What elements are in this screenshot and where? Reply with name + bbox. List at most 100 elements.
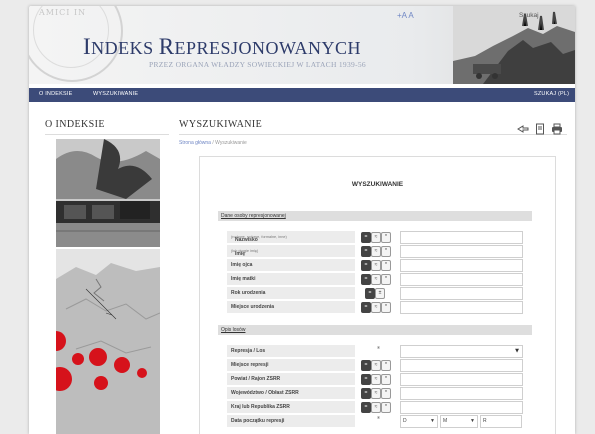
breadcrumb-current: Wyszukiwanie xyxy=(215,140,247,146)
match-exact-button[interactable]: = xyxy=(361,302,371,313)
share-icon[interactable] xyxy=(517,120,529,133)
page: AMICI IN INDEKS REPRESJONOWANYCH PRZEZ O… xyxy=(29,6,575,434)
section-fate-description: Opis losów xyxy=(218,325,532,335)
field-label: Powiat / Rajon ZSRR xyxy=(231,376,281,382)
field-row-birth-place: Miejsce urodzenia = ≈ * xyxy=(227,301,533,314)
breadcrumb-home-link[interactable]: Strona główna xyxy=(179,140,211,146)
main-nav: O INDEKSIE WYSZUKIWANIE SZUKAJ (PL) xyxy=(29,88,575,102)
match-contains-button[interactable]: * xyxy=(381,388,391,399)
date-year-input[interactable]: R xyxy=(480,415,522,428)
repression-type-select[interactable]: ▼ xyxy=(400,345,523,358)
section-person-data: Dane osoby represjonowanej xyxy=(218,211,532,221)
father-name-input[interactable] xyxy=(400,259,523,272)
search-form: WYSZUKIWANIE Dane osoby represjonowanej … xyxy=(199,156,556,434)
match-contains-button[interactable]: * xyxy=(381,302,391,313)
header-photo-deportees xyxy=(453,6,575,84)
district-input[interactable] xyxy=(400,373,523,386)
match-contains-button[interactable]: * xyxy=(381,232,391,243)
match-contains-button[interactable]: * xyxy=(381,360,391,371)
field-row-birth-year: Rok urodzenia = ± xyxy=(227,287,533,300)
nav-item-language[interactable]: SZUKAJ (PL) xyxy=(534,91,569,97)
date-month-select[interactable]: M ▼ xyxy=(440,415,478,428)
field-row-republic: Kraj lub Republika ZSRR = ≈ * xyxy=(227,401,533,414)
match-exact-button[interactable]: = xyxy=(361,260,371,271)
birth-place-input[interactable] xyxy=(400,301,523,314)
field-label: Województwo / Obłast ZSRR xyxy=(231,390,299,396)
sidebar-map[interactable] xyxy=(56,249,160,434)
field-label: Imię ojca xyxy=(231,262,253,268)
nav-item-about[interactable]: O INDEKSIE xyxy=(39,91,72,97)
top-right-search-link[interactable]: Szukaj xyxy=(519,12,539,19)
breadcrumb: Strona główna / Wyszukiwanie xyxy=(179,140,247,146)
field-label: Rok urodzenia xyxy=(231,290,266,296)
match-exact-button[interactable]: = xyxy=(361,274,371,285)
required-marker: * xyxy=(377,346,380,353)
match-exact-button[interactable]: = xyxy=(361,232,371,243)
nav-item-search[interactable]: WYSZUKIWANIE xyxy=(93,91,138,97)
field-row-repression-place: Miejsce represji = ≈ * xyxy=(227,359,533,372)
date-day-select[interactable]: D ▼ xyxy=(400,415,438,428)
match-contains-button[interactable]: * xyxy=(381,402,391,413)
match-starts-button[interactable]: ≈ xyxy=(371,360,381,371)
match-exact-button[interactable]: = xyxy=(361,246,371,257)
sidebar-divider xyxy=(45,134,169,135)
match-starts-button[interactable]: ≈ xyxy=(371,388,381,399)
first-name-input[interactable] xyxy=(400,245,523,258)
match-starts-button[interactable]: ≈ xyxy=(371,232,381,243)
match-exact-button[interactable]: = xyxy=(361,402,371,413)
birth-year-input[interactable] xyxy=(400,287,523,300)
repression-place-input[interactable] xyxy=(400,359,523,372)
font-size-control[interactable]: +A A xyxy=(397,11,414,20)
field-label: Data początku represji xyxy=(231,418,285,424)
form-heading: WYSZUKIWANIE xyxy=(351,181,404,188)
field-label: Kraj lub Republika ZSRR xyxy=(231,404,290,410)
match-starts-button[interactable]: ≈ xyxy=(371,302,381,313)
site-title[interactable]: INDEKS REPRESJONOWANYCH xyxy=(83,34,361,60)
republic-input[interactable] xyxy=(400,401,523,414)
field-label: Represja / Los xyxy=(231,348,266,354)
surname-input[interactable] xyxy=(400,231,523,244)
field-row-first-name: Imię (lub drugie imię) = ≈ * xyxy=(227,245,533,258)
field-row-repression-start-date: Data początku represji * D ▼ M ▼ R xyxy=(227,415,533,428)
print-icon[interactable] xyxy=(551,120,563,135)
field-label: Imię xyxy=(235,251,246,257)
sidebar-title: O INDEKSIE xyxy=(45,119,105,130)
match-range-button[interactable]: ± xyxy=(375,288,385,299)
oblast-input[interactable] xyxy=(400,387,523,400)
site-header: AMICI IN INDEKS REPRESJONOWANYCH PRZEZ O… xyxy=(29,6,575,84)
match-exact-button[interactable]: = xyxy=(365,288,375,299)
field-row-repression-type: Represja / Los * ▼ xyxy=(227,345,533,358)
seal-text: AMICI IN xyxy=(39,8,87,17)
content-title: WYSZUKIWANIE xyxy=(179,119,263,130)
pdf-icon[interactable] xyxy=(534,120,546,135)
sidebar-photo-train xyxy=(56,139,160,247)
match-starts-button[interactable]: ≈ xyxy=(371,260,381,271)
content-divider xyxy=(179,134,567,135)
chevron-down-icon: ▼ xyxy=(515,348,519,354)
required-marker: * xyxy=(377,416,380,423)
field-label: Miejsce represji xyxy=(231,362,269,368)
match-exact-button[interactable]: = xyxy=(361,360,371,371)
field-label: Imię matki xyxy=(231,276,256,282)
match-contains-button[interactable]: * xyxy=(381,260,391,271)
match-exact-button[interactable]: = xyxy=(361,374,371,385)
match-starts-button[interactable]: ≈ xyxy=(371,374,381,385)
field-row-oblast: Województwo / Obłast ZSRR = ≈ * xyxy=(227,387,533,400)
field-label: Miejsce urodzenia xyxy=(231,304,275,310)
match-contains-button[interactable]: * xyxy=(381,374,391,385)
mother-name-input[interactable] xyxy=(400,273,523,286)
match-starts-button[interactable]: ≈ xyxy=(371,274,381,285)
match-contains-button[interactable]: * xyxy=(381,246,391,257)
match-starts-button[interactable]: ≈ xyxy=(371,402,381,413)
field-row-district: Powiat / Rajon ZSRR = ≈ * xyxy=(227,373,533,386)
chevron-down-icon: ▼ xyxy=(430,418,435,424)
chevron-down-icon: ▼ xyxy=(470,418,475,424)
match-contains-button[interactable]: * xyxy=(381,274,391,285)
field-row-mother-name: Imię matki = ≈ * xyxy=(227,273,533,286)
field-row-surname: Nazwisko (rodowe, rodowe, formalne, inne… xyxy=(227,231,533,244)
match-starts-button[interactable]: ≈ xyxy=(371,246,381,257)
field-row-father-name: Imię ojca = ≈ * xyxy=(227,259,533,272)
match-exact-button[interactable]: = xyxy=(361,388,371,399)
site-subtitle: PRZEZ ORGANA WŁADZY SOWIECKIEJ W LATACH … xyxy=(149,60,366,69)
field-label: Nazwisko xyxy=(235,237,258,243)
